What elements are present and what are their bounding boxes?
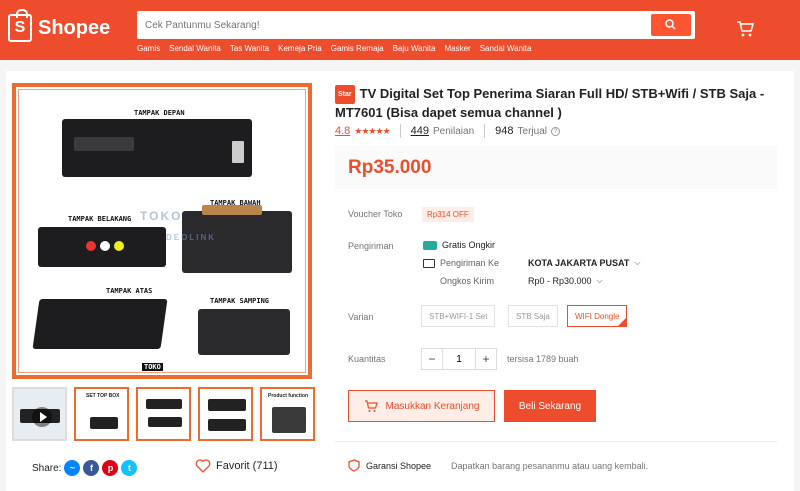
- voucher-label: Voucher Toko: [348, 209, 403, 219]
- pinterest-icon[interactable]: p: [102, 460, 119, 476]
- category-links: Gamis Sendal Wanita Tas Wanita Kemeja Pr…: [137, 44, 531, 53]
- star-seller-badge: Star: [335, 85, 355, 104]
- quantity-input[interactable]: [443, 348, 475, 370]
- decrease-quantity-button[interactable]: −: [421, 348, 443, 370]
- rating-stars: ★★★★★: [354, 125, 390, 136]
- twitter-icon[interactable]: t: [121, 460, 138, 476]
- stb-front-image: [62, 119, 252, 177]
- truck-icon: [423, 258, 435, 268]
- search-icon: [665, 19, 676, 30]
- top-header: S Shopee Gamis Sendal Wanita Tas Wanita …: [0, 0, 800, 60]
- thumbnail-image[interactable]: Product function: [260, 387, 315, 441]
- thumbnail-strip: SET TOP BOX Product function: [12, 387, 315, 441]
- category-link[interactable]: Masker: [444, 44, 470, 53]
- category-link[interactable]: Gamis: [137, 44, 160, 53]
- label-top-view: TAMPAK ATAS: [106, 287, 153, 295]
- guarantee-row[interactable]: Garansi Shopee Dapatkan barang pesananmu…: [348, 459, 648, 472]
- favorite-label: Favorit (711): [216, 460, 278, 472]
- product-title: Star TV Digital Set Top Penerima Siaran F…: [335, 85, 765, 121]
- product-price: Rp35.000: [348, 157, 432, 178]
- category-link[interactable]: Sandal Wanita: [480, 44, 532, 53]
- free-shipping-row: Gratis Ongkir: [423, 240, 495, 250]
- variant-option-wifi-dongle[interactable]: WIFI Dongle: [567, 305, 628, 327]
- shipping-label: Pengiriman: [348, 241, 394, 251]
- stb-top-image: [32, 299, 168, 349]
- shipping-to-label: Pengiriman Ke: [440, 258, 500, 268]
- watermark-subtext: DEOLINK: [166, 233, 216, 242]
- chevron-down-icon[interactable]: ⌵: [597, 276, 603, 286]
- product-stats: 4.8 ★★★★★ 449 Penilaian 948 Terjual ?: [335, 124, 560, 138]
- category-link[interactable]: Sendal Wanita: [169, 44, 221, 53]
- section-divider: [335, 441, 777, 442]
- play-icon: [32, 407, 52, 427]
- shipping-cost-label: Ongkos Kirim: [440, 276, 495, 286]
- stb-bottom-image: [182, 205, 292, 273]
- help-icon[interactable]: ?: [550, 126, 560, 136]
- voucher-badge[interactable]: Rp314 OFF: [422, 207, 474, 222]
- free-shipping-text: Gratis Ongkir: [442, 240, 496, 250]
- messenger-icon[interactable]: ~: [64, 460, 81, 476]
- thumbnail-caption: SET TOP BOX: [86, 393, 120, 399]
- category-link[interactable]: Gamis Remaja: [331, 44, 384, 53]
- category-link[interactable]: Kemeja Pria: [278, 44, 322, 53]
- facebook-icon[interactable]: f: [83, 460, 100, 476]
- shipping-destination[interactable]: KOTA JAKARTA PUSAT: [528, 258, 629, 268]
- thumbnail-image[interactable]: [198, 387, 253, 441]
- watermark-text: TOKO: [140, 209, 183, 223]
- label-side-view: TAMPAK SAMPING: [210, 297, 270, 305]
- search-bar: [137, 11, 695, 39]
- add-to-cart-button[interactable]: Masukkan Keranjang: [348, 390, 495, 422]
- thumbnail-video[interactable]: [12, 387, 67, 441]
- price-section: Rp35.000: [335, 146, 777, 189]
- favorite-button[interactable]: Favorit (711): [195, 459, 278, 473]
- heart-icon: [195, 459, 211, 473]
- review-count[interactable]: 449: [411, 125, 429, 137]
- shopping-bag-icon: S: [8, 9, 32, 42]
- increase-quantity-button[interactable]: +: [475, 348, 497, 370]
- buy-now-button[interactable]: Beli Sekarang: [504, 390, 596, 422]
- variant-option-stb-wifi[interactable]: STB+WIFI-1 Set: [421, 305, 496, 327]
- thumbnail-image[interactable]: [136, 387, 191, 441]
- cart-icon[interactable]: [736, 20, 755, 43]
- product-title-text: TV Digital Set Top Penerima Siaran Full …: [335, 86, 765, 120]
- category-link[interactable]: Baju Wanita: [393, 44, 436, 53]
- share-label: Share:: [32, 462, 62, 474]
- review-label: Penilaian: [433, 125, 475, 137]
- variant-label: Varian: [348, 312, 374, 322]
- chevron-down-icon[interactable]: ⌵: [634, 258, 640, 268]
- quantity-stepper: − +: [421, 348, 497, 370]
- main-product-image[interactable]: TAMPAK DEPAN TAMPAK BAWAH TAMPAK BELAKAN…: [12, 83, 312, 379]
- sold-label: Terjual: [517, 125, 547, 137]
- label-back-view: TAMPAK BELAKANG: [68, 215, 132, 223]
- shopee-logo[interactable]: S Shopee: [8, 9, 111, 42]
- variant-option-stb-only[interactable]: STB Saja: [508, 305, 558, 327]
- shipping-destination-row: Pengiriman Ke KOTA JAKARTA PUSAT ⌵: [423, 258, 640, 268]
- free-shipping-icon: [423, 240, 437, 250]
- divider: [399, 124, 401, 138]
- category-link[interactable]: Tas Wanita: [230, 44, 269, 53]
- share-section: Share: ~ f p t: [32, 460, 138, 476]
- guarantee-title: Garansi Shopee: [366, 460, 432, 471]
- label-front-view: TAMPAK DEPAN: [134, 109, 185, 117]
- brand-mark: TOKO: [142, 363, 163, 371]
- add-to-cart-label: Masukkan Keranjang: [385, 400, 480, 412]
- guarantee-text: Dapatkan barang pesananmu atau uang kemb…: [451, 460, 649, 471]
- quantity-label: Kuantitas: [348, 354, 386, 364]
- search-button[interactable]: [651, 14, 691, 36]
- thumbnail-caption: Product function: [268, 393, 308, 399]
- shipping-cost-row: Ongkos Kirim Rp0 - Rp30.000 ⌵: [423, 276, 603, 286]
- shipping-cost-value[interactable]: Rp0 - Rp30.000: [528, 276, 592, 286]
- divider: [484, 124, 486, 138]
- rating-value[interactable]: 4.8: [335, 125, 350, 137]
- stb-side-image: [198, 309, 290, 355]
- shield-icon: [348, 459, 360, 472]
- add-to-cart-icon: [364, 399, 378, 412]
- sold-count: 948: [495, 125, 514, 137]
- search-input[interactable]: [145, 16, 645, 34]
- logo-text: Shopee: [38, 16, 111, 39]
- stb-back-image: [38, 227, 166, 267]
- stock-remaining: tersisa 1789 buah: [507, 354, 579, 364]
- thumbnail-image[interactable]: SET TOP BOX: [74, 387, 129, 441]
